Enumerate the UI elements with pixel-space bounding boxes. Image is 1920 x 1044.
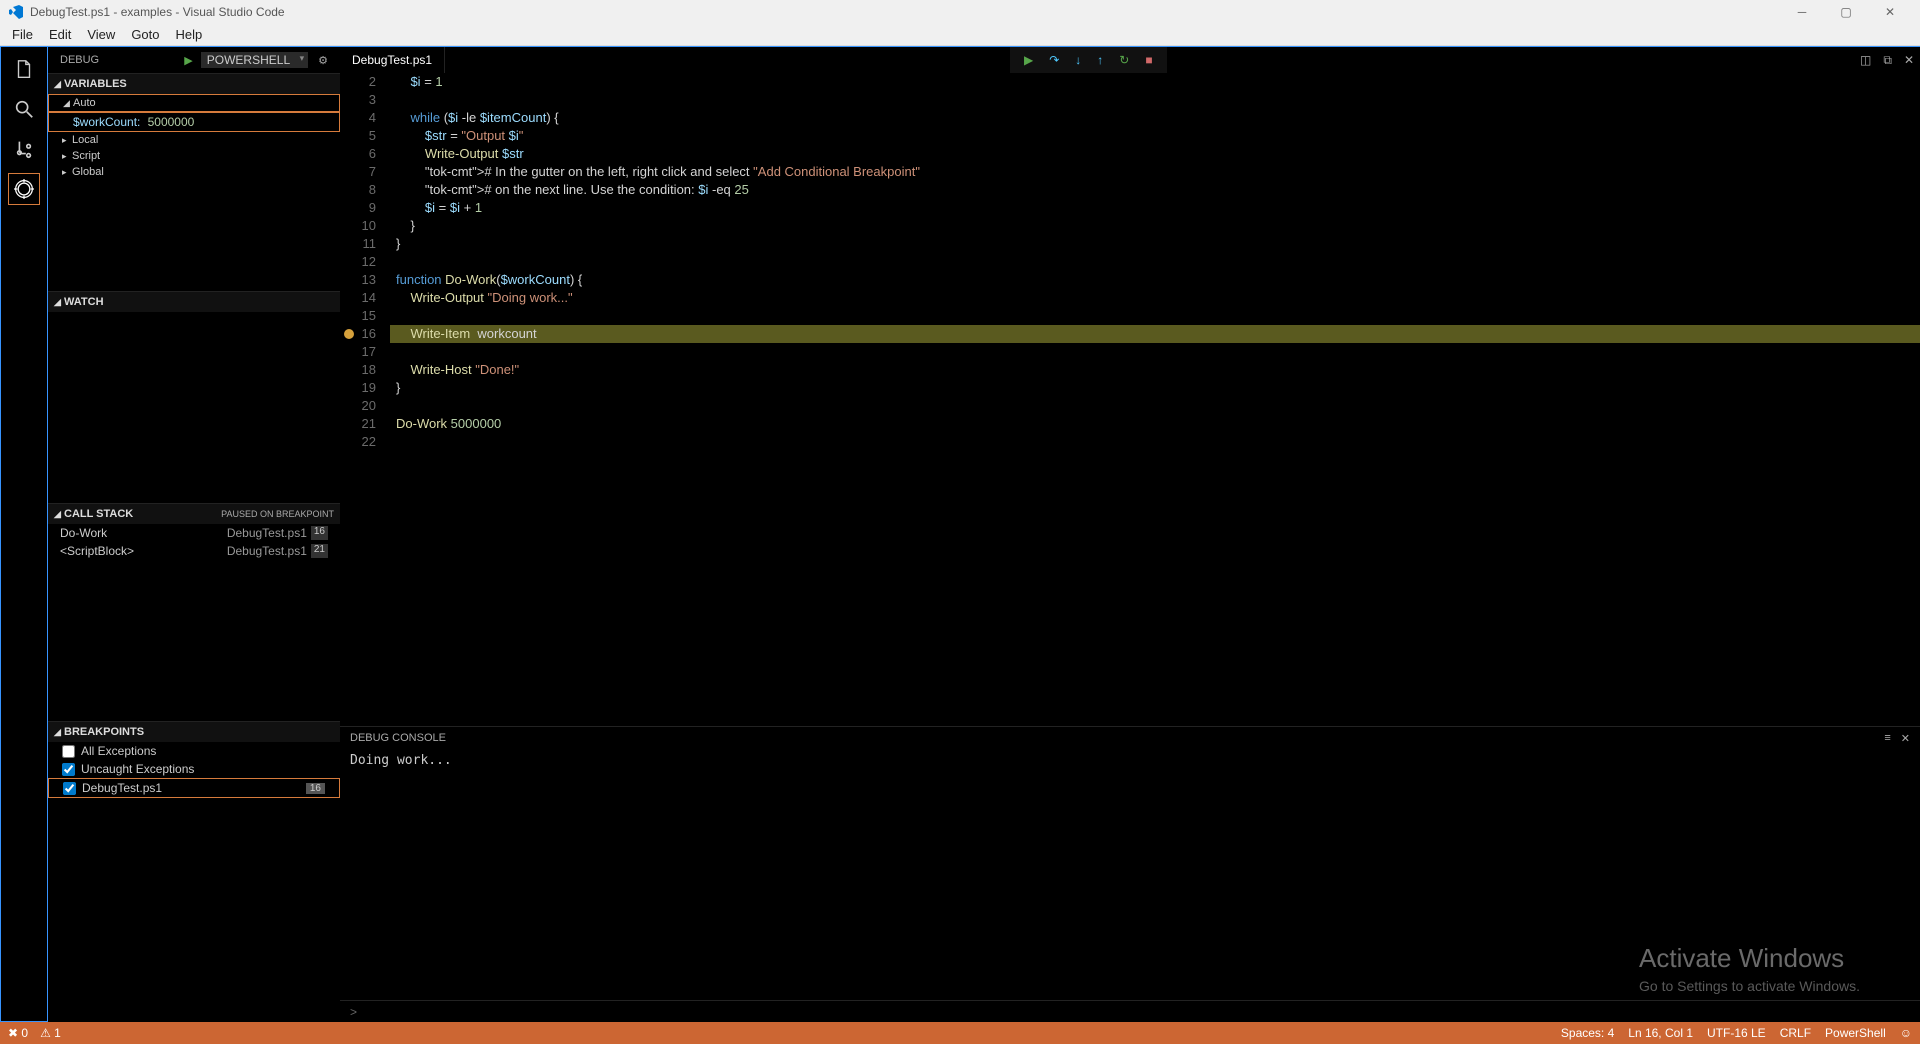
var-group-script[interactable]: ▸Script — [48, 148, 340, 164]
debug-sidebar: DEBUG ▶ PowerShell ⚙ ◢VARIABLES ◢Auto $w… — [48, 46, 340, 1022]
start-debug-button[interactable]: ▶ — [184, 54, 192, 67]
search-icon[interactable] — [8, 93, 40, 125]
title-bar: DebugTest.ps1 - examples - Visual Studio… — [0, 0, 1920, 24]
console-output: Doing work... — [340, 749, 1920, 1000]
debug-label: DEBUG — [60, 54, 99, 66]
debug-console: DEBUG CONSOLE ≡ ✕ Doing work... > — [340, 726, 1920, 1022]
step-out-button[interactable]: ↑ — [1097, 53, 1103, 67]
breakpoints-header[interactable]: ◢BREAKPOINTS — [48, 722, 340, 742]
callstack-panel: ◢CALL STACKPAUSED ON BREAKPOINT Do-WorkD… — [48, 503, 340, 721]
variables-panel: ◢VARIABLES ◢Auto $workCount: 5000000 ▸Lo… — [48, 73, 340, 291]
restart-button[interactable]: ↻ — [1119, 53, 1129, 67]
status-encoding[interactable]: UTF-16 LE — [1707, 1026, 1766, 1040]
menu-view[interactable]: View — [79, 27, 123, 42]
activity-bar — [0, 46, 48, 1022]
menu-bar: File Edit View Goto Help — [0, 24, 1920, 46]
close-panel-icon[interactable]: ✕ — [1904, 53, 1914, 67]
status-feedback-icon[interactable]: ☺ — [1900, 1026, 1912, 1040]
menu-edit[interactable]: Edit — [41, 27, 79, 42]
console-input[interactable]: > — [340, 1000, 1920, 1022]
git-icon[interactable] — [8, 133, 40, 165]
minimize-button[interactable]: ─ — [1780, 0, 1824, 24]
debug-icon[interactable] — [8, 173, 40, 205]
breakpoint-row[interactable]: Uncaught Exceptions — [48, 760, 340, 778]
menu-help[interactable]: Help — [168, 27, 211, 42]
status-language[interactable]: PowerShell — [1825, 1026, 1886, 1040]
variable-workcount[interactable]: $workCount: 5000000 — [48, 112, 340, 132]
continue-button[interactable]: ▶ — [1024, 53, 1033, 67]
step-into-button[interactable]: ↓ — [1075, 53, 1081, 67]
split-editor-icon[interactable]: ◫ — [1860, 53, 1871, 67]
console-close-icon[interactable]: ✕ — [1901, 732, 1910, 745]
explorer-icon[interactable] — [8, 53, 40, 85]
window-title: DebugTest.ps1 - examples - Visual Studio… — [30, 5, 285, 19]
var-group-global[interactable]: ▸Global — [48, 164, 340, 180]
maximize-button[interactable]: ▢ — [1824, 0, 1868, 24]
status-spaces[interactable]: Spaces: 4 — [1561, 1026, 1614, 1040]
step-over-button[interactable]: ↷ — [1049, 53, 1059, 67]
bp-checkbox[interactable] — [63, 782, 76, 795]
callstack-row[interactable]: <ScriptBlock>DebugTest.ps121 — [48, 542, 340, 560]
breakpoint-row[interactable]: DebugTest.ps116 — [48, 778, 340, 798]
toggle-icon[interactable]: ⧉ — [1883, 53, 1892, 68]
editor-area: DebugTest.ps1 ▶ ↷ ↓ ↑ ↻ ■ ◫ ⧉ ✕ 23456789… — [340, 46, 1920, 1022]
callstack-row[interactable]: Do-WorkDebugTest.ps116 — [48, 524, 340, 542]
debug-config-dropdown[interactable]: PowerShell — [201, 52, 308, 68]
status-cursor[interactable]: Ln 16, Col 1 — [1628, 1026, 1693, 1040]
variables-header[interactable]: ◢VARIABLES — [48, 74, 340, 94]
menu-goto[interactable]: Goto — [123, 27, 167, 42]
menu-file[interactable]: File — [4, 27, 41, 42]
watch-header[interactable]: ◢WATCH — [48, 292, 340, 312]
code-editor[interactable]: 2345678910111213141516171819202122 $i = … — [340, 73, 1920, 726]
status-errors[interactable]: ✖ 0 — [8, 1026, 28, 1040]
breakpoint-row[interactable]: All Exceptions — [48, 742, 340, 760]
bp-checkbox[interactable] — [62, 763, 75, 776]
debug-settings-icon[interactable]: ⚙ — [318, 54, 328, 67]
stop-button[interactable]: ■ — [1145, 53, 1152, 67]
console-title: DEBUG CONSOLE — [350, 732, 446, 744]
watch-panel: ◢WATCH — [48, 291, 340, 503]
editor-tabs: DebugTest.ps1 ▶ ↷ ↓ ↑ ↻ ■ ◫ ⧉ ✕ — [340, 47, 1920, 73]
debug-header: DEBUG ▶ PowerShell ⚙ — [48, 47, 340, 73]
var-group-local[interactable]: ▸Local — [48, 132, 340, 148]
debug-toolbar: ▶ ↷ ↓ ↑ ↻ ■ — [1010, 47, 1167, 73]
close-window-button[interactable]: ✕ — [1868, 0, 1912, 24]
vscode-logo-icon — [8, 4, 24, 20]
breakpoints-panel: ◢BREAKPOINTS All Exceptions Uncaught Exc… — [48, 721, 340, 1022]
bp-checkbox[interactable] — [62, 745, 75, 758]
editor-tab[interactable]: DebugTest.ps1 — [340, 47, 445, 73]
status-eol[interactable]: CRLF — [1780, 1026, 1811, 1040]
status-warnings[interactable]: ⚠ 1 — [40, 1026, 61, 1040]
console-wrap-icon[interactable]: ≡ — [1884, 732, 1890, 745]
status-bar: ✖ 0 ⚠ 1 Spaces: 4 Ln 16, Col 1 UTF-16 LE… — [0, 1022, 1920, 1044]
var-group-auto[interactable]: ◢Auto — [48, 94, 340, 112]
callstack-header[interactable]: ◢CALL STACKPAUSED ON BREAKPOINT — [48, 504, 340, 524]
